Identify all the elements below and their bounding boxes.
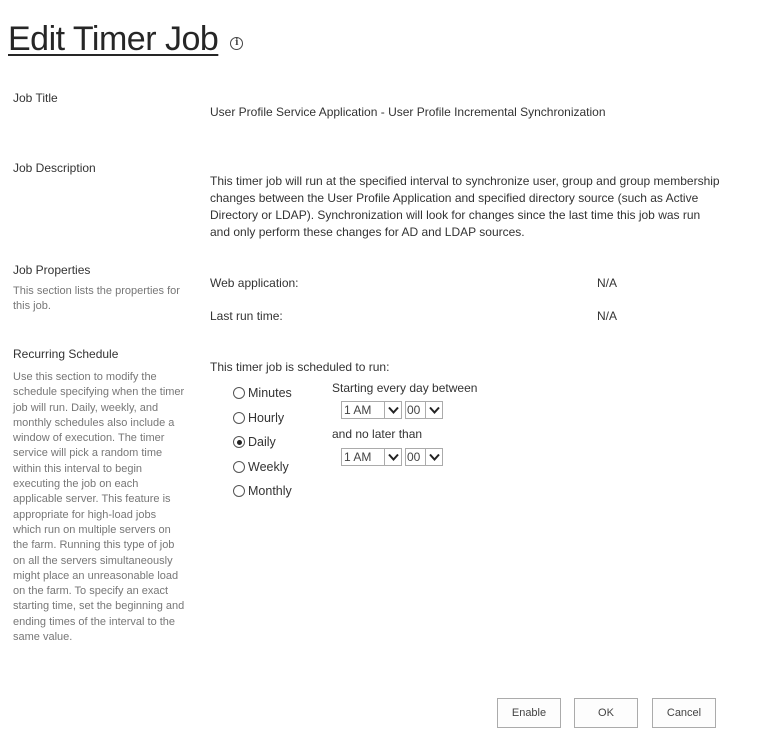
cancel-button[interactable]: Cancel bbox=[652, 698, 716, 728]
start-minute-select[interactable]: 00 bbox=[405, 401, 443, 419]
chevron-down-icon[interactable] bbox=[425, 402, 442, 418]
start-hour-select[interactable]: 1 AM bbox=[341, 401, 402, 419]
last-run-time-value: N/A bbox=[597, 309, 618, 323]
radio-button[interactable] bbox=[233, 485, 245, 498]
job-description-value: This timer job will run at the specified… bbox=[210, 174, 720, 239]
radio-label: Weekly bbox=[248, 459, 289, 474]
end-minute-value: 00 bbox=[407, 450, 421, 464]
radio-button[interactable] bbox=[233, 460, 245, 473]
radio-weekly[interactable]: Weekly bbox=[233, 455, 292, 480]
radio-minutes[interactable]: Minutes bbox=[233, 381, 292, 406]
ok-button[interactable]: OK bbox=[574, 698, 638, 728]
last-run-time-label: Last run time: bbox=[210, 309, 283, 323]
radio-monthly[interactable]: Monthly bbox=[233, 479, 292, 504]
radio-hourly[interactable]: Hourly bbox=[233, 406, 292, 431]
job-title-value: User Profile Service Application - User … bbox=[210, 105, 606, 119]
schedule-intro: This timer job is scheduled to run: bbox=[210, 360, 390, 374]
start-hour-value: 1 AM bbox=[344, 403, 372, 417]
radio-label: Monthly bbox=[248, 484, 292, 499]
web-application-label: Web application: bbox=[210, 276, 299, 290]
chevron-down-icon[interactable] bbox=[384, 402, 401, 418]
radio-button[interactable] bbox=[233, 411, 245, 424]
radio-button[interactable] bbox=[233, 387, 245, 400]
radio-daily[interactable]: Daily bbox=[233, 430, 292, 455]
schedule-radio-group: Minutes Hourly Daily Weekly Monthly bbox=[233, 381, 292, 504]
radio-label: Minutes bbox=[248, 386, 292, 401]
start-time-label: Starting every day between bbox=[332, 381, 478, 395]
page-title: Edit Timer Job bbox=[8, 20, 219, 58]
enable-button[interactable]: Enable bbox=[497, 698, 561, 728]
radio-button-selected[interactable] bbox=[233, 436, 245, 449]
chevron-down-icon[interactable] bbox=[384, 449, 401, 465]
chevron-down-icon[interactable] bbox=[425, 449, 442, 465]
end-hour-select[interactable]: 1 AM bbox=[341, 448, 402, 466]
recurring-schedule-label: Recurring Schedule bbox=[13, 347, 119, 361]
job-properties-label: Job Properties bbox=[13, 263, 91, 277]
radio-label: Daily bbox=[248, 435, 276, 450]
recurring-schedule-description: Use this section to modify the schedule … bbox=[13, 371, 185, 644]
job-properties-description: This section lists the properties for th… bbox=[13, 285, 180, 313]
start-minute-value: 00 bbox=[407, 403, 421, 417]
info-icon[interactable]: i bbox=[230, 36, 244, 50]
job-description-label: Job Description bbox=[13, 161, 96, 175]
end-time-selects: 1 AM 00 bbox=[341, 448, 443, 466]
job-title-label: Job Title bbox=[13, 91, 58, 105]
radio-label: Hourly bbox=[248, 410, 285, 425]
web-application-value: N/A bbox=[597, 276, 618, 290]
end-time-label: and no later than bbox=[332, 427, 423, 441]
start-time-selects: 1 AM 00 bbox=[341, 401, 443, 419]
page-header: Edit Timer Job i bbox=[8, 18, 244, 60]
end-minute-select[interactable]: 00 bbox=[405, 448, 443, 466]
end-hour-value: 1 AM bbox=[344, 450, 372, 464]
